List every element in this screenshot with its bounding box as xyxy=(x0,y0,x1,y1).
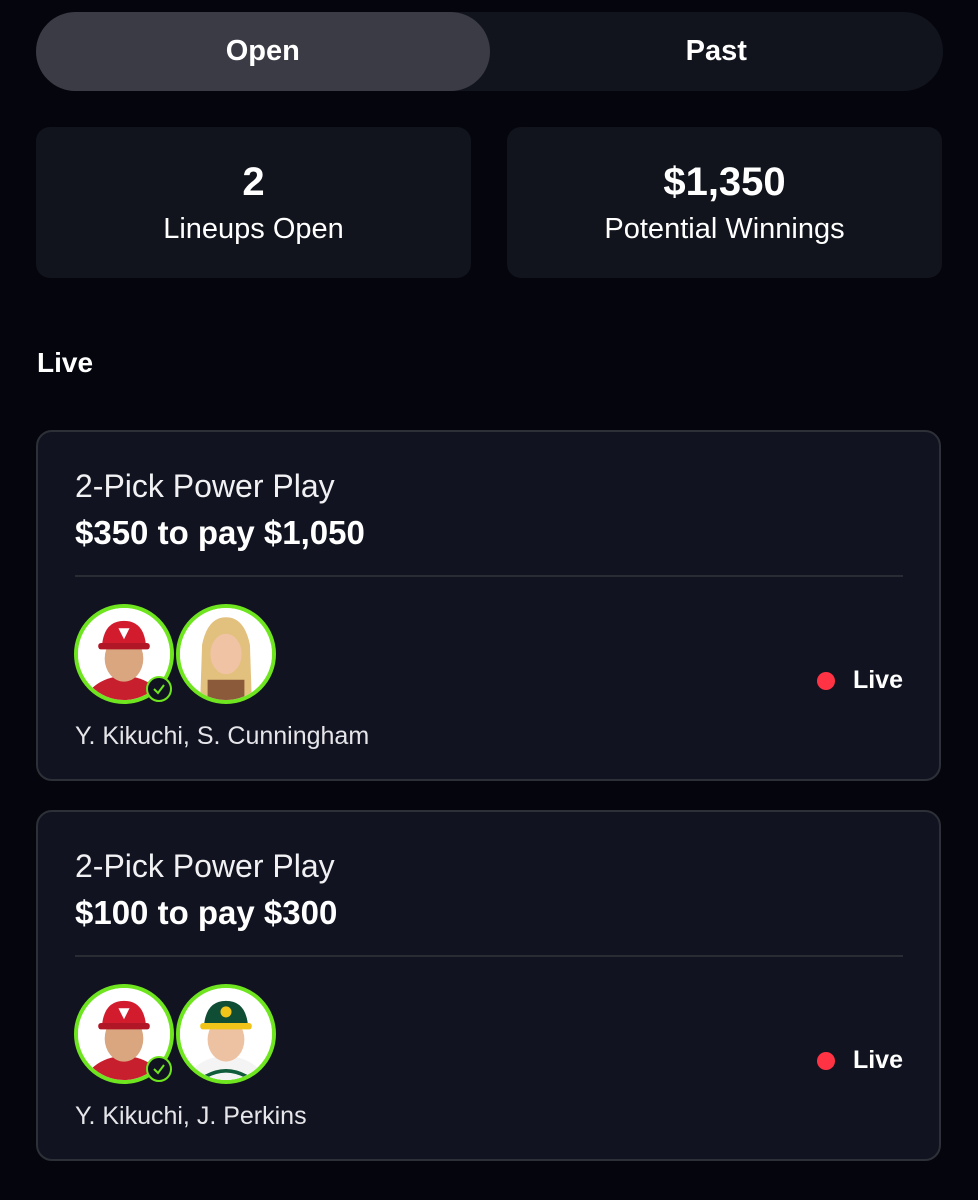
checkmark-icon xyxy=(146,676,172,702)
divider xyxy=(75,575,903,577)
lineup-status: Live xyxy=(816,666,903,695)
status-label: Live xyxy=(852,666,903,694)
lineup-card[interactable]: 2-Pick Power Play $350 to pay $1,050 Y. … xyxy=(36,430,941,781)
lineup-player-names: Y. Kikuchi, J. Perkins xyxy=(75,1102,307,1130)
lineup-type: 2-Pick Power Play xyxy=(75,848,335,884)
lineup-card[interactable]: 2-Pick Power Play $100 to pay $300 Y. Ki… xyxy=(36,810,941,1161)
section-title-live: Live xyxy=(37,347,94,378)
stats-row: 2 Lineups Open $1,350 Potential Winnings xyxy=(36,127,943,278)
lineups-open-count: 2 xyxy=(242,159,265,204)
status-label: Live xyxy=(852,1046,903,1074)
potential-winnings-card: $1,350 Potential Winnings xyxy=(507,127,942,278)
potential-winnings-label: Potential Winnings xyxy=(604,212,845,245)
checkmark-icon xyxy=(146,1056,172,1082)
tab-past[interactable]: Past xyxy=(490,12,944,91)
player-avatars xyxy=(74,604,284,712)
live-dot-icon xyxy=(816,671,835,690)
divider xyxy=(75,955,903,957)
tab-open[interactable]: Open xyxy=(36,12,490,91)
lineups-open-label: Lineups Open xyxy=(163,212,344,245)
lineup-segmented-control: Open Past xyxy=(36,12,943,91)
potential-winnings-value: $1,350 xyxy=(663,159,786,204)
lineup-payout: $100 to pay $300 xyxy=(75,894,338,931)
lineup-player-names: Y. Kikuchi, S. Cunningham xyxy=(75,722,370,750)
player-avatar-blonde-icon xyxy=(176,604,276,704)
player-avatar-athletics-cap-icon xyxy=(176,984,276,1084)
live-dot-icon xyxy=(816,1051,835,1070)
lineup-status: Live xyxy=(816,1046,903,1075)
lineup-payout: $350 to pay $1,050 xyxy=(75,514,365,551)
player-avatars xyxy=(74,984,284,1092)
lineup-type: 2-Pick Power Play xyxy=(75,468,335,504)
lineups-open-card: 2 Lineups Open xyxy=(36,127,471,278)
